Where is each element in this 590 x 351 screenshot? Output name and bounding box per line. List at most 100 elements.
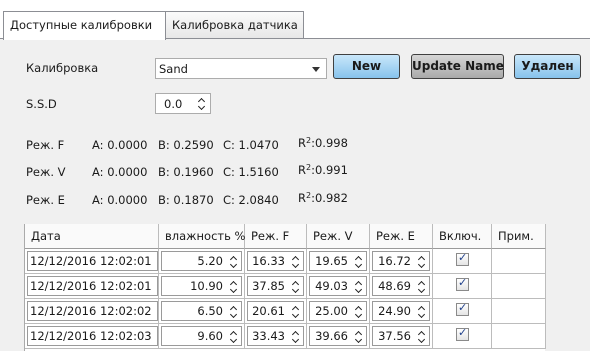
stepper-arrows-icon[interactable] (417, 254, 425, 270)
mode-f-stepper[interactable]: 33.43 (247, 326, 304, 346)
note-cell[interactable] (492, 324, 546, 349)
tab-available-calibrations[interactable]: Доступные калибровки (3, 11, 166, 40)
chevron-down-icon[interactable] (291, 313, 299, 319)
stepper-arrows-icon[interactable] (197, 96, 205, 112)
note-cell[interactable] (492, 299, 546, 324)
chevron-down-icon[interactable] (354, 288, 362, 294)
mode-f-cell[interactable]: 16.33 (245, 249, 307, 274)
stepper-arrows-icon[interactable] (229, 304, 237, 320)
column-header-mode-v[interactable]: Реж. V (307, 224, 370, 249)
column-header-note[interactable]: Прим. (492, 224, 546, 249)
date-cell[interactable]: 12/12/2016 12:02:01 (25, 249, 159, 274)
note-cell[interactable] (492, 274, 546, 299)
calibration-dropdown[interactable]: Sand (155, 58, 327, 79)
date-field[interactable]: 12/12/2016 12:02:01 (27, 276, 158, 296)
chevron-down-icon[interactable] (229, 313, 237, 319)
enabled-checkbox[interactable] (456, 301, 469, 316)
moisture-stepper[interactable]: 6.50 (161, 301, 242, 321)
chevron-down-icon[interactable] (229, 338, 237, 344)
moisture-cell[interactable]: 10.90 (159, 274, 245, 299)
chevron-down-icon[interactable] (197, 105, 205, 111)
stepper-arrows-icon[interactable] (417, 279, 425, 295)
mode-f-cell[interactable]: 20.61 (245, 299, 307, 324)
note-cell[interactable] (492, 249, 546, 274)
chevron-down-icon[interactable] (229, 288, 237, 294)
update-name-button[interactable]: Update Name (411, 54, 504, 79)
date-cell[interactable]: 12/12/2016 12:02:01 (25, 274, 159, 299)
date-cell[interactable]: 12/12/2016 12:02:03 (25, 324, 159, 349)
chevron-down-icon[interactable] (417, 288, 425, 294)
chevron-down-icon[interactable] (417, 263, 425, 269)
stepper-arrows-icon[interactable] (229, 254, 237, 270)
mode-v-stepper[interactable]: 19.65 (309, 251, 367, 271)
enabled-cell[interactable] (433, 249, 492, 274)
stepper-arrows-icon[interactable] (291, 279, 299, 295)
delete-button[interactable]: Удален (514, 54, 581, 79)
chevron-down-icon[interactable] (291, 338, 299, 344)
chevron-down-icon[interactable] (291, 288, 299, 294)
stepper-arrows-icon[interactable] (417, 329, 425, 345)
mode-v-stepper[interactable]: 49.03 (309, 276, 367, 296)
stepper-arrows-icon[interactable] (291, 304, 299, 320)
date-field[interactable]: 12/12/2016 12:02:02 (27, 301, 158, 321)
mode-f-stepper[interactable]: 16.33 (247, 251, 304, 271)
stepper-arrows-icon[interactable] (354, 329, 362, 345)
stepper-arrows-icon[interactable] (229, 279, 237, 295)
date-cell[interactable]: 12/12/2016 12:02:02 (25, 299, 159, 324)
date-field[interactable]: 12/12/2016 12:02:03 (27, 326, 158, 346)
mode-v-cell[interactable]: 49.03 (307, 274, 370, 299)
mode-e-cell[interactable]: 16.72 (370, 249, 433, 274)
new-button[interactable]: New (333, 54, 400, 79)
mode-v-cell[interactable]: 25.00 (307, 299, 370, 324)
mode-e-stepper[interactable]: 24.90 (372, 301, 430, 321)
stepper-arrows-icon[interactable] (354, 254, 362, 270)
mode-e-stepper[interactable]: 16.72 (372, 251, 430, 271)
chevron-down-icon[interactable] (417, 313, 425, 319)
chevron-down-icon[interactable] (354, 263, 362, 269)
enabled-checkbox[interactable] (456, 276, 469, 291)
chevron-down-icon[interactable] (354, 338, 362, 344)
column-header-mode-e[interactable]: Реж. E (370, 224, 433, 249)
enabled-checkbox[interactable] (456, 326, 469, 341)
column-header-date[interactable]: Дата (25, 224, 159, 249)
tab-sensor-calibration[interactable]: Калибровка датчика (165, 11, 304, 39)
stepper-arrows-icon[interactable] (354, 304, 362, 320)
enabled-cell[interactable] (433, 324, 492, 349)
moisture-stepper[interactable]: 5.20 (161, 251, 242, 271)
mode-f-stepper[interactable]: 37.85 (247, 276, 304, 296)
column-header-moisture[interactable]: влажность % (159, 224, 245, 249)
mode-v-stepper[interactable]: 39.66 (309, 326, 367, 346)
mode-f-cell[interactable]: 33.43 (245, 324, 307, 349)
mode-e-stepper[interactable]: 37.56 (372, 326, 430, 346)
stepper-arrows-icon[interactable] (354, 279, 362, 295)
chevron-down-icon[interactable] (291, 263, 299, 269)
moisture-cell[interactable]: 5.20 (159, 249, 245, 274)
mode-v-cell[interactable]: 39.66 (307, 324, 370, 349)
mode-e-cell[interactable]: 24.90 (370, 299, 433, 324)
mode-e-cell[interactable]: 48.69 (370, 274, 433, 299)
column-header-enabled[interactable]: Включ. (433, 224, 492, 249)
mode-v-cell[interactable]: 19.65 (307, 249, 370, 274)
chevron-down-icon[interactable] (229, 263, 237, 269)
mode-v-stepper[interactable]: 25.00 (309, 301, 367, 321)
mode-e-stepper[interactable]: 48.69 (372, 276, 430, 296)
column-header-mode-f[interactable]: Реж. F (245, 224, 307, 249)
moisture-cell[interactable]: 9.60 (159, 324, 245, 349)
stepper-arrows-icon[interactable] (291, 329, 299, 345)
moisture-stepper[interactable]: 10.90 (161, 276, 242, 296)
moisture-stepper[interactable]: 9.60 (161, 326, 242, 346)
enabled-cell[interactable] (433, 274, 492, 299)
chevron-down-icon[interactable] (417, 338, 425, 344)
stepper-arrows-icon[interactable] (291, 254, 299, 270)
ssd-stepper[interactable]: 0.0 (155, 93, 211, 114)
stepper-arrows-icon[interactable] (229, 329, 237, 345)
enabled-cell[interactable] (433, 299, 492, 324)
date-field[interactable]: 12/12/2016 12:02:01 (27, 251, 158, 271)
mode-f-cell[interactable]: 37.85 (245, 274, 307, 299)
stepper-arrows-icon[interactable] (417, 304, 425, 320)
enabled-checkbox[interactable] (456, 251, 469, 266)
moisture-cell[interactable]: 6.50 (159, 299, 245, 324)
mode-f-stepper[interactable]: 20.61 (247, 301, 304, 321)
mode-e-cell[interactable]: 37.56 (370, 324, 433, 349)
chevron-down-icon[interactable] (354, 313, 362, 319)
